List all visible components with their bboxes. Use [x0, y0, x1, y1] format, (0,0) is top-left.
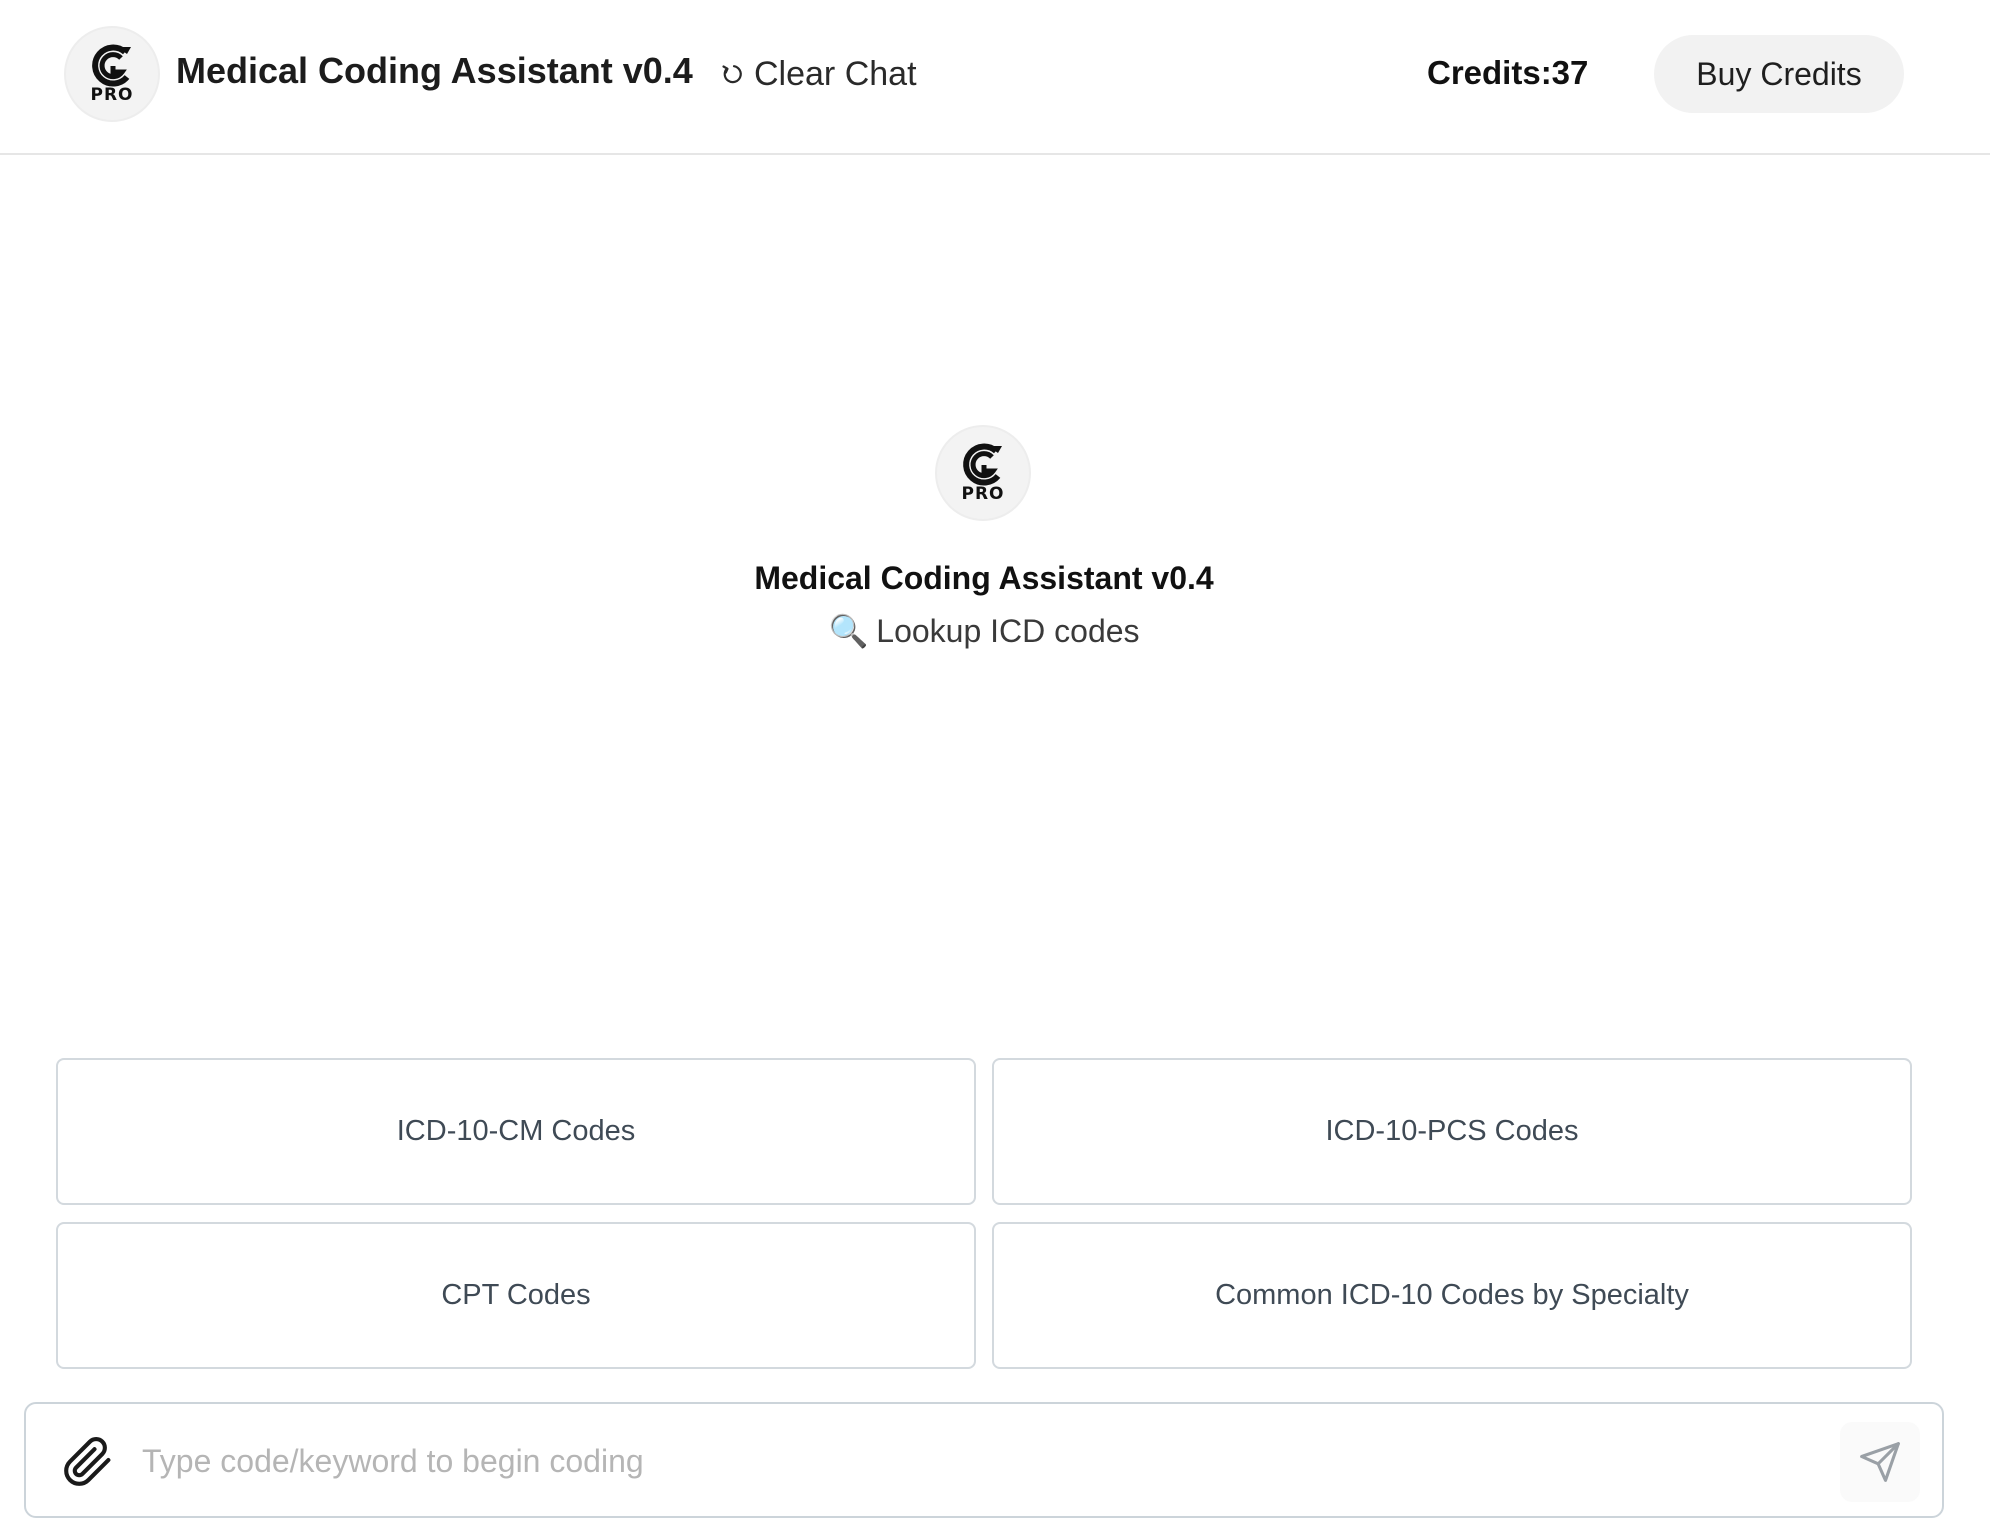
buy-credits-button[interactable]: Buy Credits — [1654, 35, 1904, 113]
logo-mark — [92, 44, 131, 87]
chat-composer — [24, 1402, 1944, 1518]
attach-button[interactable] — [60, 1434, 116, 1490]
logo-pro-text: PRO — [961, 484, 1005, 504]
clear-chat-label: Clear Chat — [754, 54, 917, 93]
clear-chat-button[interactable]: Clear Chat — [720, 50, 917, 98]
suggestion-cpt[interactable]: CPT Codes — [56, 1222, 976, 1369]
credits-counter: Credits:37 — [1427, 54, 1589, 91]
app-title: Medical Coding Assistant v0.4 — [176, 50, 693, 91]
suggestion-icd10cm[interactable]: ICD-10-CM Codes — [56, 1058, 976, 1205]
intro-logo-icon: PRO — [935, 425, 1031, 521]
send-icon — [1860, 1442, 1900, 1482]
suggestion-common-by-specialty[interactable]: Common ICD-10 Codes by Specialty — [992, 1222, 1912, 1369]
intro-title: Medical Coding Assistant v0.4 — [754, 560, 1214, 596]
magnifier-icon: 🔍 — [828, 613, 869, 649]
paperclip-icon — [64, 1437, 111, 1486]
send-button[interactable] — [1840, 1422, 1920, 1502]
app-header: PRO Medical Coding Assistant v0.4 Clear … — [0, 0, 1990, 155]
pro-logo-icon: PRO — [64, 26, 160, 122]
suggestion-icd10pcs[interactable]: ICD-10-PCS Codes — [992, 1058, 1912, 1205]
logo-pro-text: PRO — [90, 85, 134, 105]
refresh-icon — [722, 65, 742, 84]
chat-input[interactable] — [140, 1428, 1830, 1494]
logo-mark — [963, 443, 1002, 486]
intro-subtitle: 🔍 Lookup ICD codes — [0, 612, 1968, 650]
intro-subtitle-text: Lookup ICD codes — [876, 612, 1140, 649]
